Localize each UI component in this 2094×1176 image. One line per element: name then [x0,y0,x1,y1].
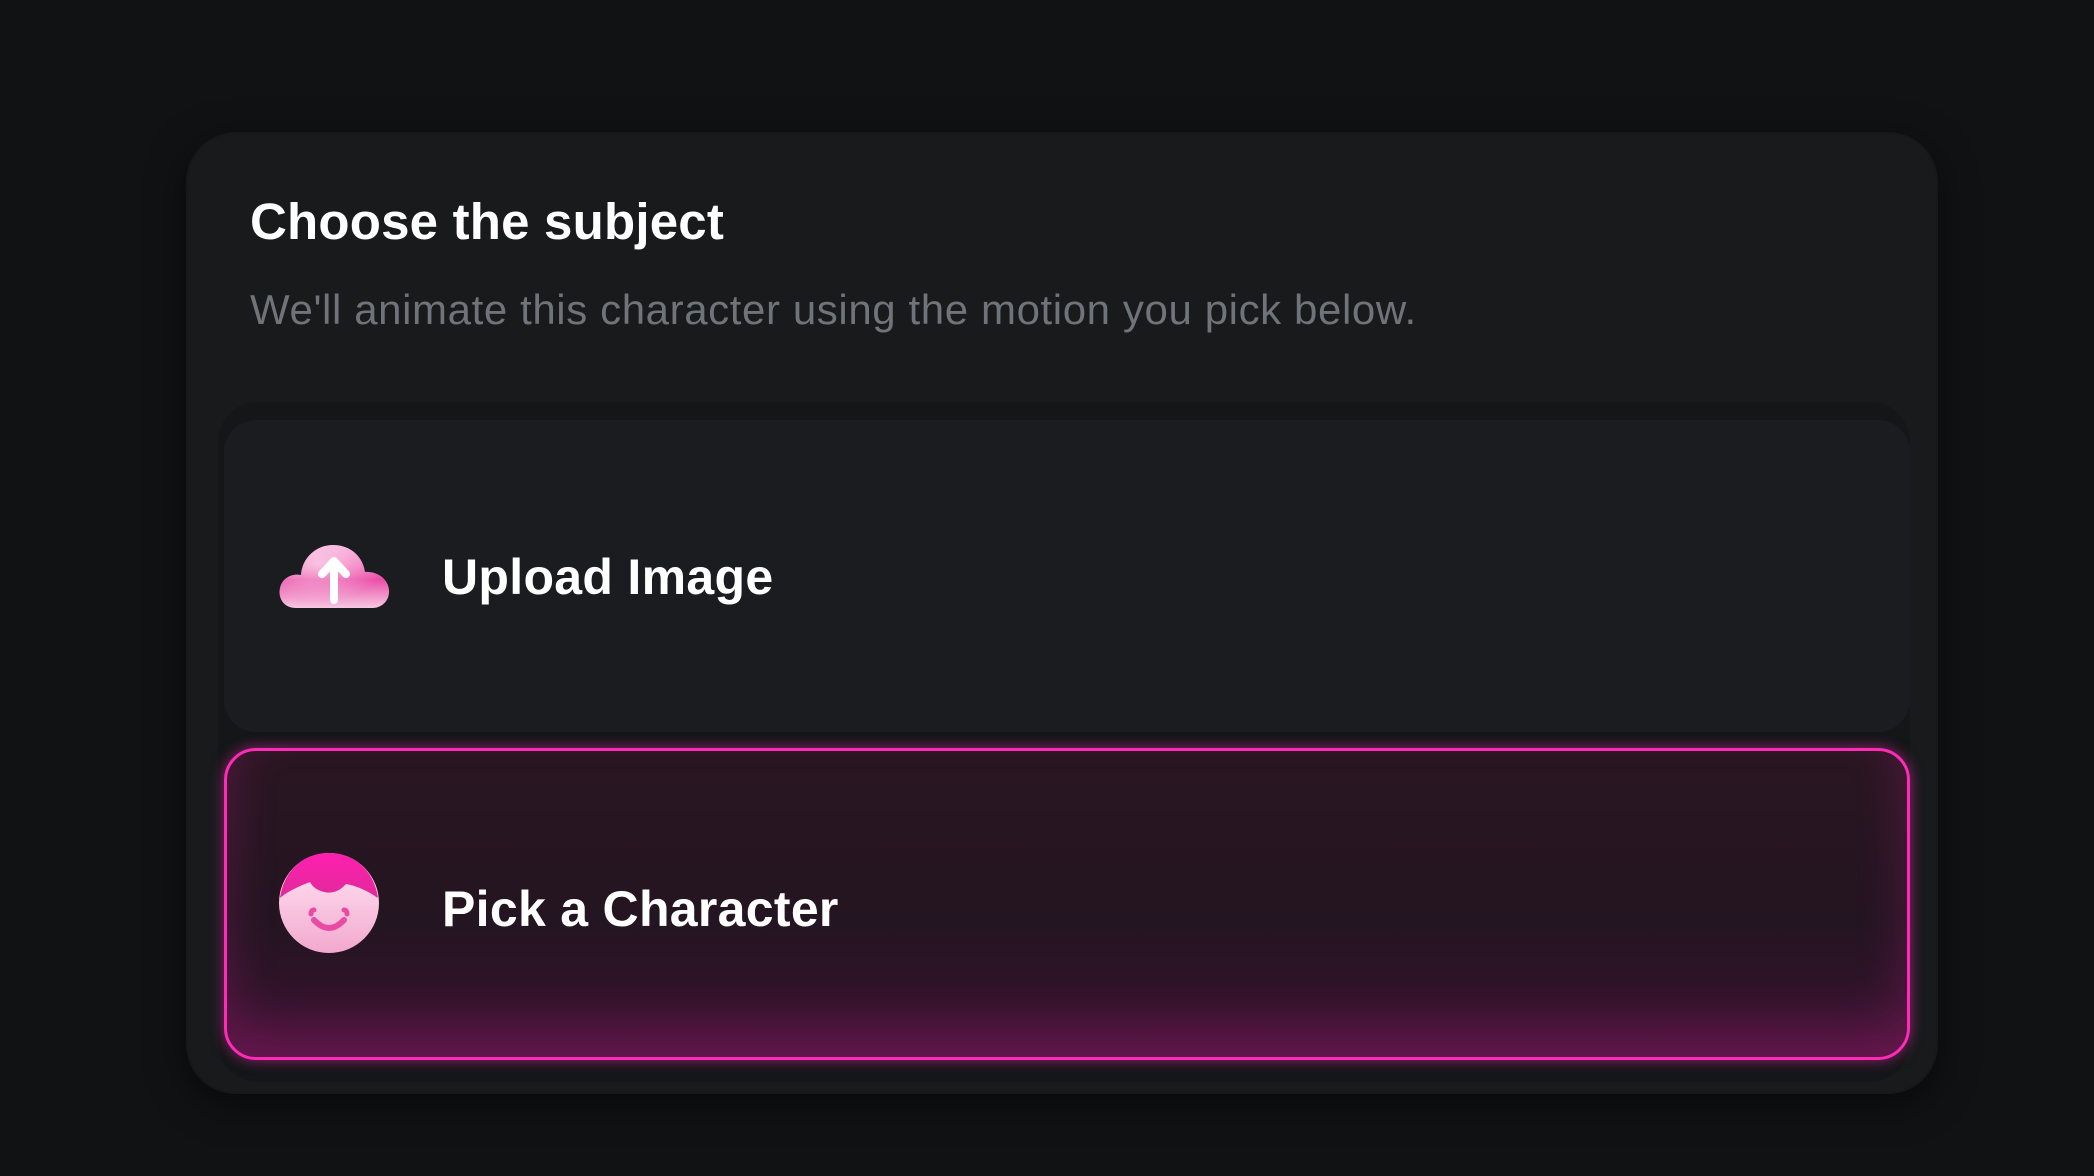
section-title: Choose the subject [250,193,725,250]
cloud-upload-icon [274,516,394,626]
section-subtitle: We'll animate this character using the m… [250,286,1417,333]
character-face-icon [274,846,394,956]
choose-subject-panel: Choose the subject We'll animate this ch… [188,134,1936,1092]
subject-options-group: Upload Image Pick a Character [218,402,1910,1082]
upload-image-label: Upload Image [442,549,774,605]
pick-character-option[interactable]: Pick a Character [224,748,1910,1060]
upload-image-option[interactable]: Upload Image [224,420,1910,732]
pick-character-label: Pick a Character [442,881,839,937]
